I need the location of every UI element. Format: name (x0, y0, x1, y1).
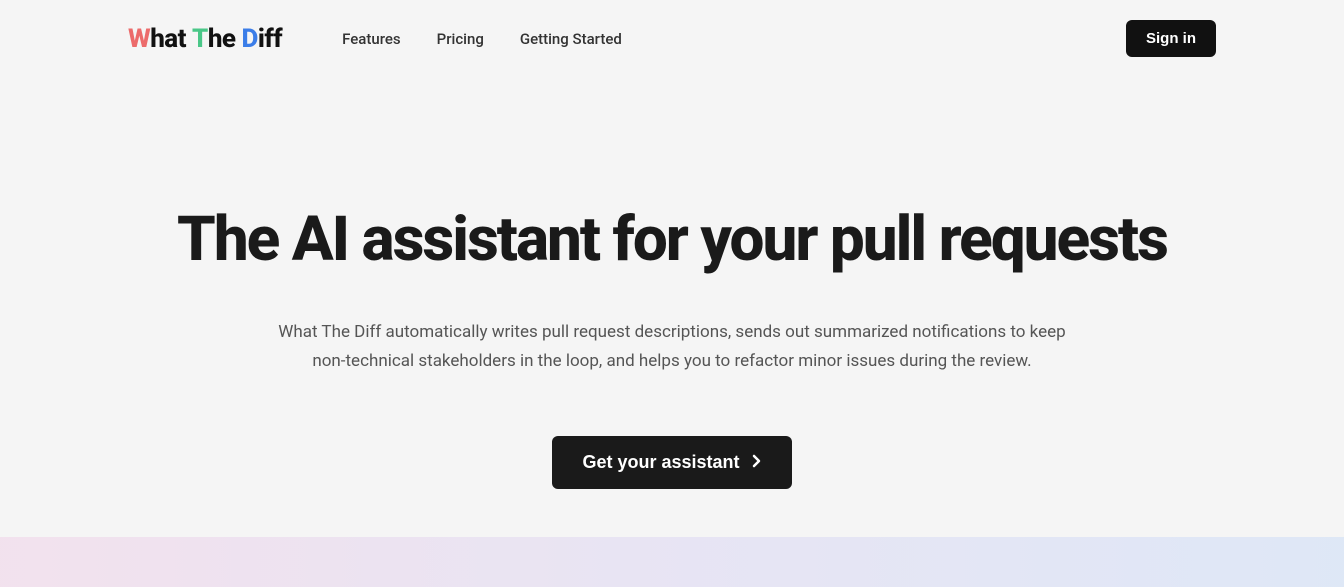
logo-word-1: What (128, 24, 186, 54)
logo-word-2: The (192, 24, 235, 54)
chevron-right-icon (752, 452, 762, 473)
header: What The Diff Features Pricing Getting S… (0, 0, 1344, 77)
logo-word-3: Diff (242, 24, 283, 54)
cta-label: Get your assistant (582, 452, 739, 473)
bottom-gradient (0, 537, 1344, 587)
cta-button[interactable]: Get your assistant (552, 436, 791, 489)
nav-getting-started[interactable]: Getting Started (520, 30, 622, 48)
sign-in-button[interactable]: Sign in (1126, 20, 1216, 57)
hero-title: The AI assistant for your pull requests (40, 207, 1304, 272)
nav: Features Pricing Getting Started (342, 30, 622, 48)
hero-description: What The Diff automatically writes pull … (262, 318, 1082, 376)
nav-features[interactable]: Features (342, 30, 400, 48)
nav-pricing[interactable]: Pricing (437, 30, 484, 48)
hero: The AI assistant for your pull requests … (0, 77, 1344, 489)
header-left: What The Diff Features Pricing Getting S… (128, 24, 622, 54)
logo[interactable]: What The Diff (128, 24, 282, 54)
